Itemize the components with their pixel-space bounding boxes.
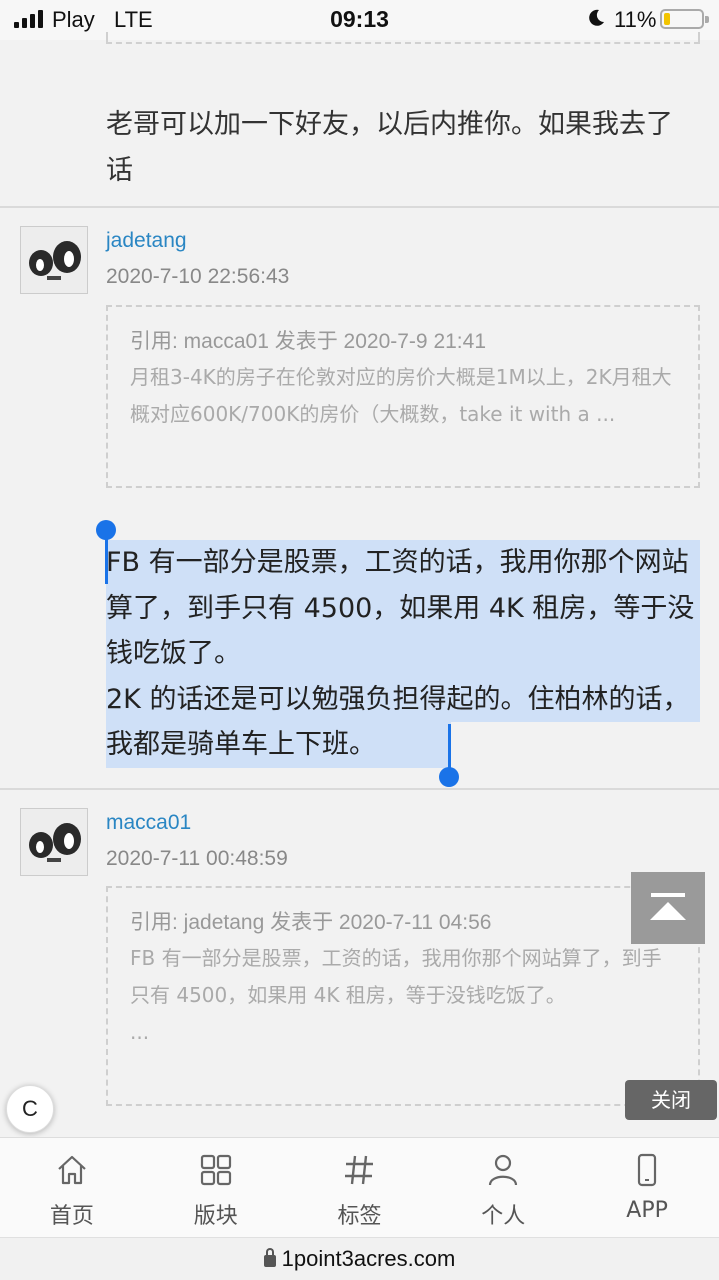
quote-block: 引用: jadetang 发表于 2020-7-11 04:56 FB 有一部分…: [106, 886, 700, 1106]
tab-home[interactable]: 首页: [0, 1138, 144, 1237]
tab-app[interactable]: APP: [575, 1138, 719, 1237]
selected-post-body[interactable]: FB 有一部分是股票，工资的话，我用你那个网站算了，到手只有 4500，如果用 …: [106, 540, 700, 768]
quote-block: 引用: macca01 发表于 2020-7-9 21:41 月租3-4K的房子…: [106, 305, 700, 488]
lock-icon: [263, 1248, 276, 1267]
person-icon: [489, 1154, 518, 1186]
url-text: 1point3acres.com: [281, 1246, 456, 1271]
quote-header: 引用: macca01 发表于 2020-7-9 21:41: [130, 330, 486, 353]
panda-avatar-icon: [21, 809, 87, 875]
tab-tags[interactable]: 标签: [288, 1138, 432, 1237]
avatar[interactable]: [20, 226, 88, 294]
battery-percent: 11%: [614, 7, 657, 32]
tab-label: 版块: [193, 1204, 238, 1229]
status-time: 09:13: [330, 6, 389, 32]
post-date: 2020-7-11 00:48:59: [106, 847, 288, 870]
tab-boards[interactable]: 版块: [144, 1138, 288, 1237]
tab-label: 首页: [49, 1204, 94, 1229]
do-not-disturb-moon-icon: [589, 9, 604, 26]
previous-quote-box-edge: [106, 32, 700, 44]
tab-label: APP: [626, 1198, 668, 1223]
post-body: 老哥可以加一下好友，以后内推你。如果我去了话: [106, 109, 673, 186]
browser-url-bar[interactable]: 1point3acres.com: [0, 1237, 719, 1280]
phone-icon: [637, 1153, 657, 1187]
bottom-tab-bar: 首页 版块 标签 个人 APP: [0, 1137, 719, 1237]
tab-label: 个人: [481, 1204, 526, 1229]
quote-body: FB 有一部分是股票，工资的话，我用你那个网站算了，到手只有 4500，如果用 …: [130, 946, 662, 1007]
battery-icon: [660, 9, 709, 29]
post-body: FB 有一部分是股票，工资的话，我用你那个网站算了，到手只有 4500，如果用 …: [106, 540, 700, 768]
close-button[interactable]: 关闭: [625, 1080, 717, 1120]
post-divider: [0, 788, 719, 790]
back-to-top-button[interactable]: [631, 872, 705, 944]
selection-start-caret: [105, 532, 108, 584]
post-body-paragraph: FB 有一部分是股票，工资的话，我用你那个网站算了，到手只有 4500，如果用 …: [106, 547, 695, 669]
post-date: 2020-7-10 22:56:43: [106, 265, 290, 288]
tab-profile[interactable]: 个人: [431, 1138, 575, 1237]
home-icon: [58, 1155, 86, 1185]
panda-avatar-icon: [21, 227, 87, 293]
post-body-paragraph: 2K 的话还是可以勉强负担得起的。住柏林的话，我都是骑单车上下班。: [106, 683, 690, 761]
quote-header: 引用: jadetang 发表于 2020-7-11 04:56: [130, 911, 492, 934]
username-link[interactable]: macca01: [106, 811, 191, 835]
floating-c-button[interactable]: C: [6, 1085, 54, 1133]
quote-more: ...: [130, 1020, 150, 1044]
selection-end-caret: [448, 724, 451, 772]
grid-icon: [200, 1154, 231, 1186]
post-divider: [0, 206, 719, 208]
quote-body: 月租3-4K的房子在伦敦对应的房价大概是1M以上，2K月租大概对应600K/70…: [130, 365, 672, 426]
tab-label: 标签: [337, 1204, 382, 1229]
avatar[interactable]: [20, 808, 88, 876]
username-link[interactable]: jadetang: [106, 229, 187, 253]
hashtag-icon: [345, 1155, 374, 1185]
arrow-up-to-top-icon: [650, 893, 686, 920]
selection-end-handle[interactable]: [439, 767, 459, 787]
